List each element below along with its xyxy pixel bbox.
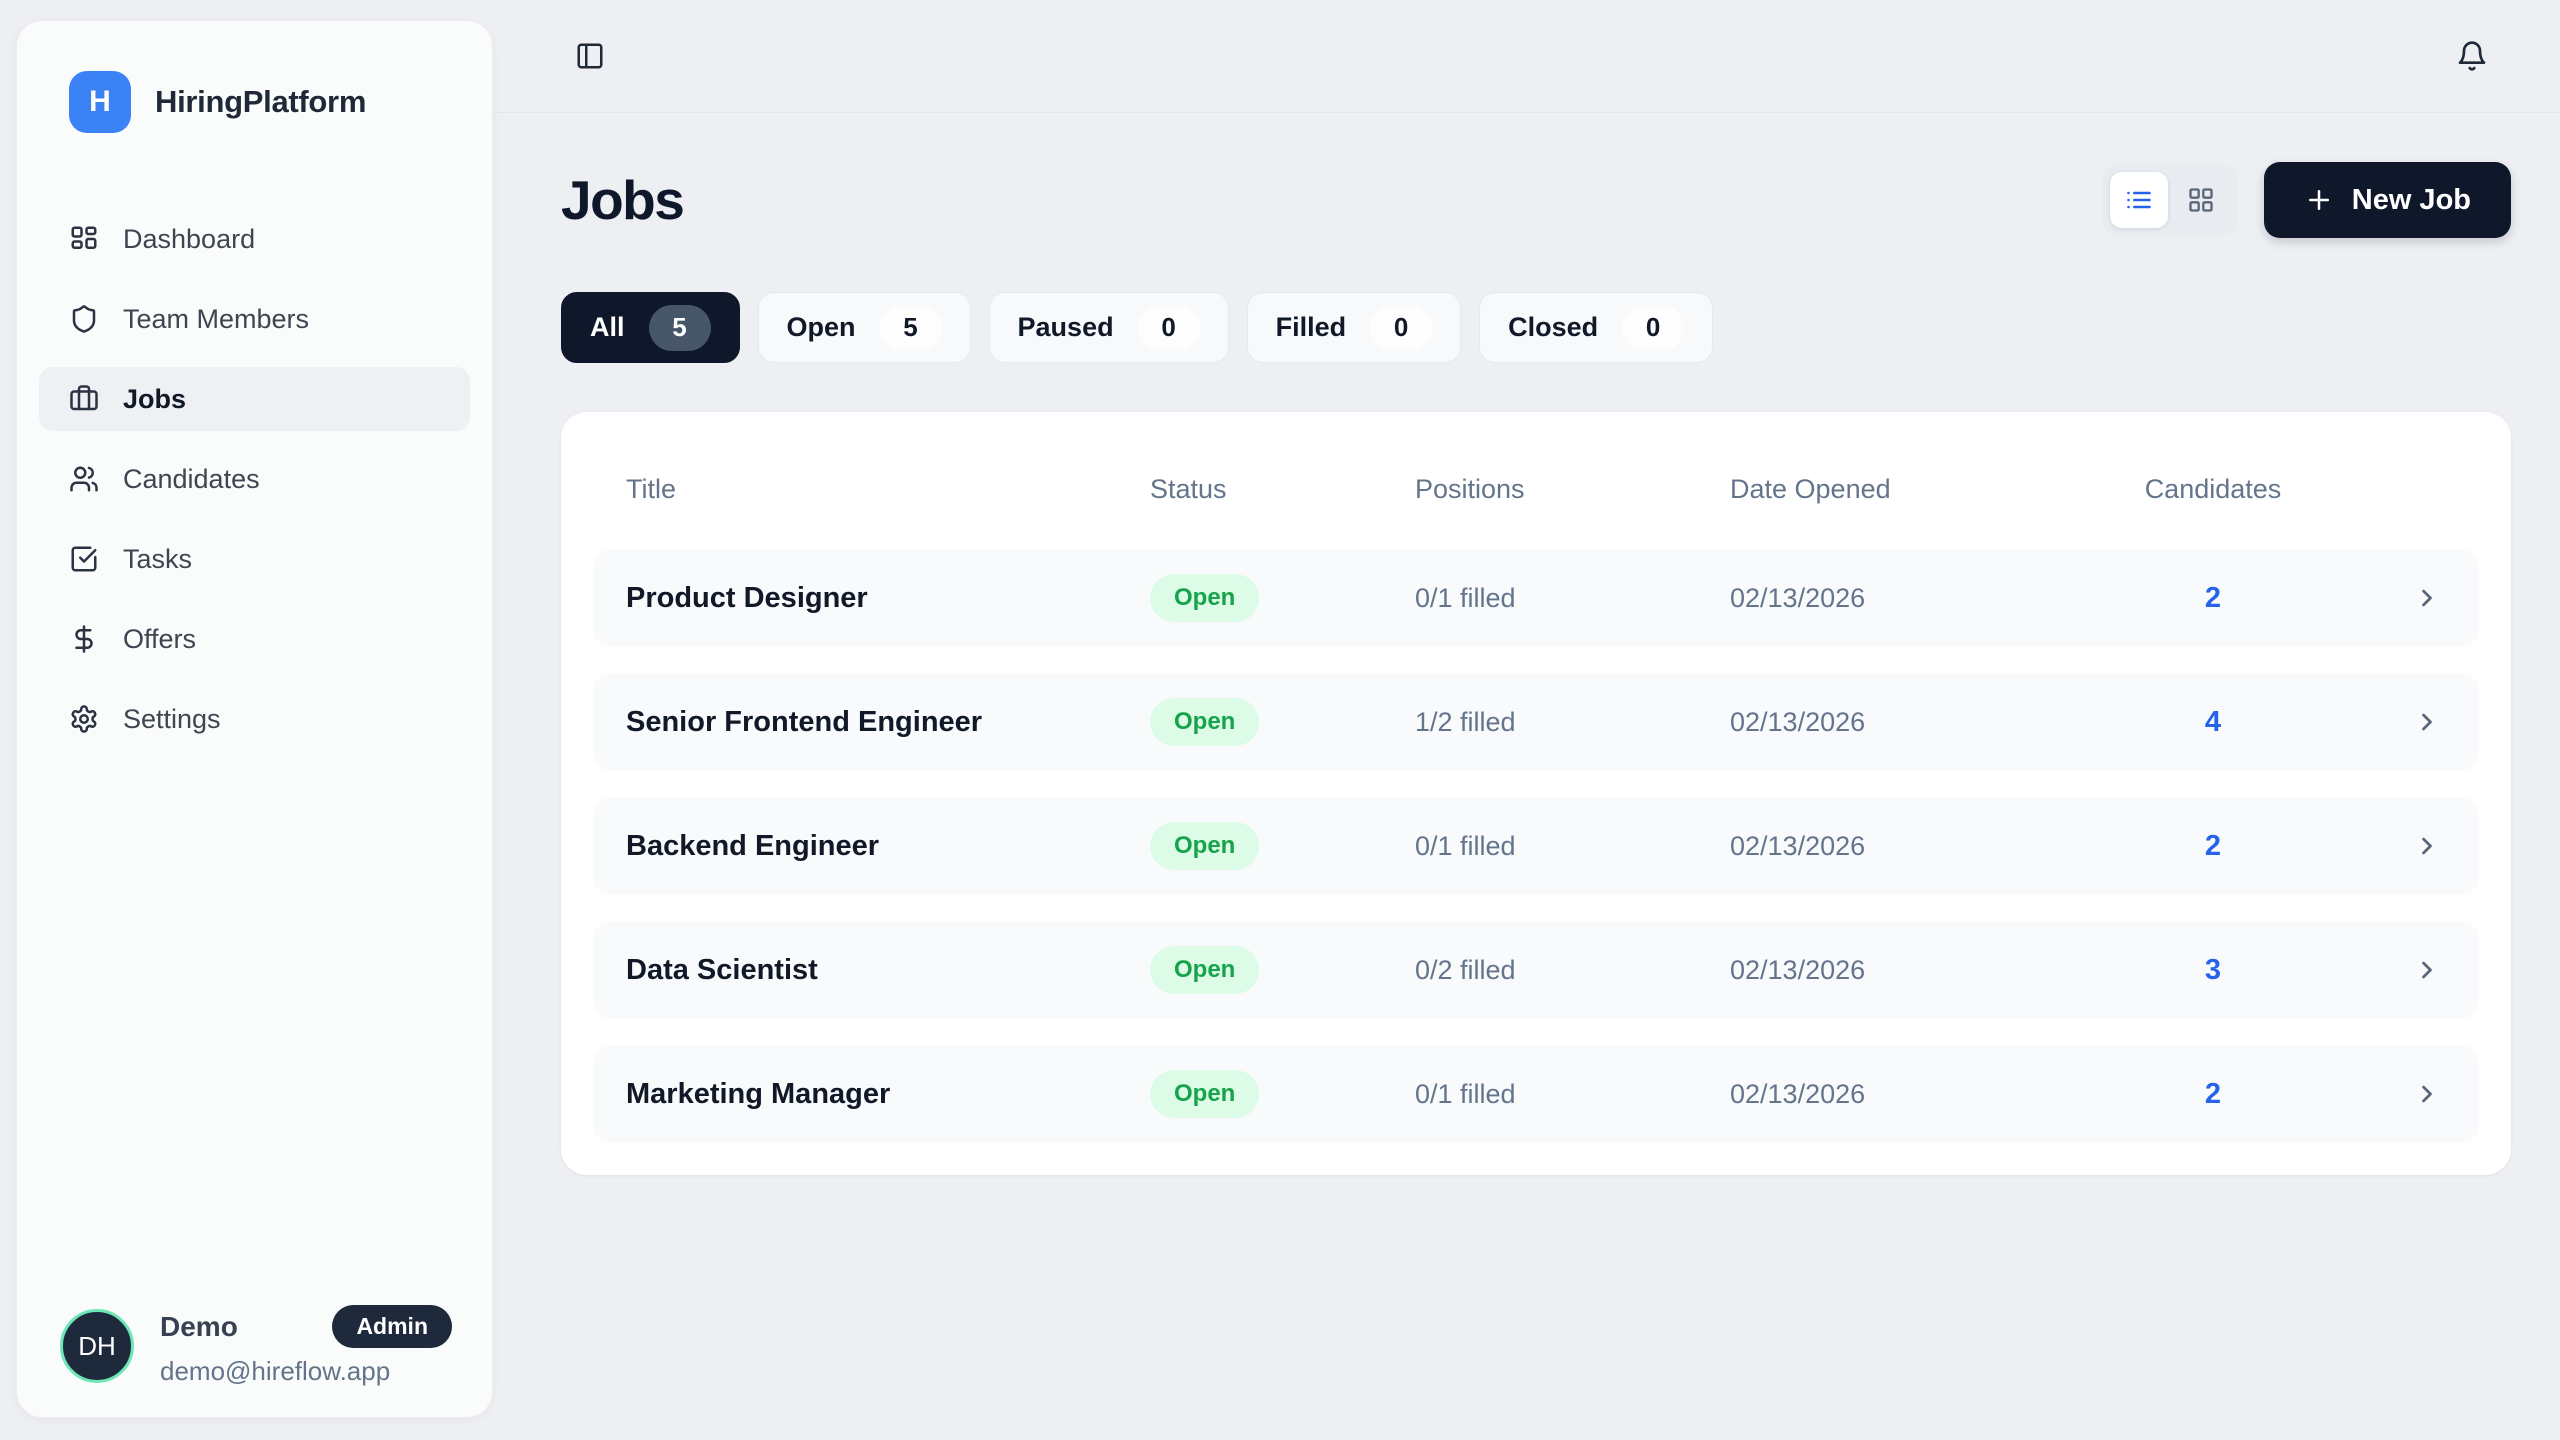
- shield-icon: [69, 304, 99, 334]
- candidates-count[interactable]: 4: [2128, 706, 2298, 739]
- job-title: Backend Engineer: [626, 830, 1150, 863]
- column-header-status: Status: [1150, 474, 1415, 505]
- sidebar-item-dashboard[interactable]: Dashboard: [39, 207, 470, 271]
- sidebar-item-label: Jobs: [123, 384, 186, 415]
- sidebar-item-label: Team Members: [123, 304, 309, 335]
- table-row[interactable]: Product Designer Open 0/1 filled 02/13/2…: [593, 549, 2479, 647]
- status-badge: Open: [1150, 822, 1259, 870]
- sidebar-item-offers[interactable]: Offers: [39, 607, 470, 671]
- panel-left-icon: [575, 41, 605, 71]
- role-badge: Admin: [332, 1305, 452, 1348]
- topbar: [493, 0, 2560, 113]
- filter-count: 5: [649, 305, 711, 351]
- date-opened-cell: 02/13/2026: [1730, 831, 2128, 862]
- dollar-icon: [69, 624, 99, 654]
- filter-count: 0: [1370, 305, 1432, 351]
- list-view-button[interactable]: [2110, 172, 2168, 228]
- user-name: Demo: [160, 1311, 238, 1343]
- table-row[interactable]: Backend Engineer Open 0/1 filled 02/13/2…: [593, 797, 2479, 895]
- positions-cell: 0/1 filled: [1415, 1079, 1730, 1110]
- gear-icon: [69, 704, 99, 734]
- column-header-candidates: Candidates: [2128, 474, 2298, 505]
- chevron-right-icon[interactable]: [2413, 956, 2441, 984]
- date-opened-cell: 02/13/2026: [1730, 707, 2128, 738]
- candidates-count[interactable]: 3: [2128, 954, 2298, 987]
- job-title: Product Designer: [626, 582, 1150, 615]
- list-view-icon: [2125, 186, 2153, 214]
- jobs-table: Title Status Positions Date Opened Candi…: [561, 412, 2511, 1175]
- candidates-count[interactable]: 2: [2128, 582, 2298, 615]
- chevron-right-icon[interactable]: [2413, 832, 2441, 860]
- date-opened-cell: 02/13/2026: [1730, 583, 2128, 614]
- sidebar: H HiringPlatform Dashboard Team Members …: [16, 20, 493, 1418]
- sidebar-item-label: Offers: [123, 624, 196, 655]
- sidebar-toggle-button[interactable]: [575, 41, 605, 71]
- user-email: demo@hireflow.app: [160, 1356, 452, 1387]
- sidebar-item-label: Tasks: [123, 544, 192, 575]
- main-area: Jobs: [493, 0, 2560, 1440]
- filter-tab-filled[interactable]: Filled 0: [1247, 292, 1462, 363]
- dashboard-icon: [69, 224, 99, 254]
- avatar: DH: [60, 1309, 134, 1383]
- chevron-right-icon[interactable]: [2413, 584, 2441, 612]
- sidebar-item-label: Settings: [123, 704, 221, 735]
- sidebar-item-tasks[interactable]: Tasks: [39, 527, 470, 591]
- candidates-count[interactable]: 2: [2128, 830, 2298, 863]
- table-row[interactable]: Senior Frontend Engineer Open 1/2 filled…: [593, 673, 2479, 771]
- status-badge: Open: [1150, 698, 1259, 746]
- sidebar-item-label: Candidates: [123, 464, 260, 495]
- job-title: Data Scientist: [626, 954, 1150, 987]
- sidebar-item-candidates[interactable]: Candidates: [39, 447, 470, 511]
- grid-view-button[interactable]: [2172, 172, 2230, 228]
- filter-tab-all[interactable]: All 5: [561, 292, 740, 363]
- filter-tab-closed[interactable]: Closed 0: [1479, 292, 1713, 363]
- view-toggle: [2102, 164, 2238, 236]
- brand-name: HiringPlatform: [155, 84, 366, 120]
- positions-cell: 0/1 filled: [1415, 583, 1730, 614]
- user-profile[interactable]: DH Demo Admin demo@hireflow.app: [60, 1305, 452, 1387]
- table-header: Title Status Positions Date Opened Candi…: [593, 412, 2479, 549]
- table-row[interactable]: Data Scientist Open 0/2 filled 02/13/202…: [593, 921, 2479, 1019]
- grid-view-icon: [2187, 186, 2215, 214]
- column-header-positions: Positions: [1415, 474, 1730, 505]
- column-header-title: Title: [626, 474, 1150, 505]
- plus-icon: [2304, 185, 2334, 215]
- filter-count: 0: [1622, 305, 1684, 351]
- brand: H HiringPlatform: [69, 71, 452, 133]
- status-badge: Open: [1150, 574, 1259, 622]
- positions-cell: 0/1 filled: [1415, 831, 1730, 862]
- new-job-button[interactable]: New Job: [2264, 162, 2511, 238]
- sidebar-nav: Dashboard Team Members Jobs Candidates T…: [39, 207, 470, 751]
- column-header-date-opened: Date Opened: [1730, 474, 2128, 505]
- table-row[interactable]: Marketing Manager Open 0/1 filled 02/13/…: [593, 1045, 2479, 1143]
- job-title: Senior Frontend Engineer: [626, 706, 1150, 739]
- chevron-right-icon[interactable]: [2413, 708, 2441, 736]
- bell-icon: [2456, 40, 2488, 72]
- filter-tab-paused[interactable]: Paused 0: [989, 292, 1229, 363]
- filter-count: 5: [880, 305, 942, 351]
- status-badge: Open: [1150, 1070, 1259, 1118]
- sidebar-item-settings[interactable]: Settings: [39, 687, 470, 751]
- status-badge: Open: [1150, 946, 1259, 994]
- brand-logo: H: [69, 71, 131, 133]
- briefcase-icon: [69, 384, 99, 414]
- status-filters: All 5 Open 5 Paused 0 Filled 0 Closed 0: [561, 292, 2511, 363]
- notifications-button[interactable]: [2456, 40, 2488, 72]
- sidebar-item-team-members[interactable]: Team Members: [39, 287, 470, 351]
- check-square-icon: [69, 544, 99, 574]
- date-opened-cell: 02/13/2026: [1730, 955, 2128, 986]
- positions-cell: 1/2 filled: [1415, 707, 1730, 738]
- positions-cell: 0/2 filled: [1415, 955, 1730, 986]
- job-title: Marketing Manager: [626, 1078, 1150, 1111]
- candidates-count[interactable]: 2: [2128, 1078, 2298, 1111]
- sidebar-item-label: Dashboard: [123, 224, 255, 255]
- filter-tab-open[interactable]: Open 5: [758, 292, 971, 363]
- page-title: Jobs: [561, 168, 683, 232]
- users-icon: [69, 464, 99, 494]
- filter-count: 0: [1138, 305, 1200, 351]
- sidebar-item-jobs[interactable]: Jobs: [39, 367, 470, 431]
- date-opened-cell: 02/13/2026: [1730, 1079, 2128, 1110]
- chevron-right-icon[interactable]: [2413, 1080, 2441, 1108]
